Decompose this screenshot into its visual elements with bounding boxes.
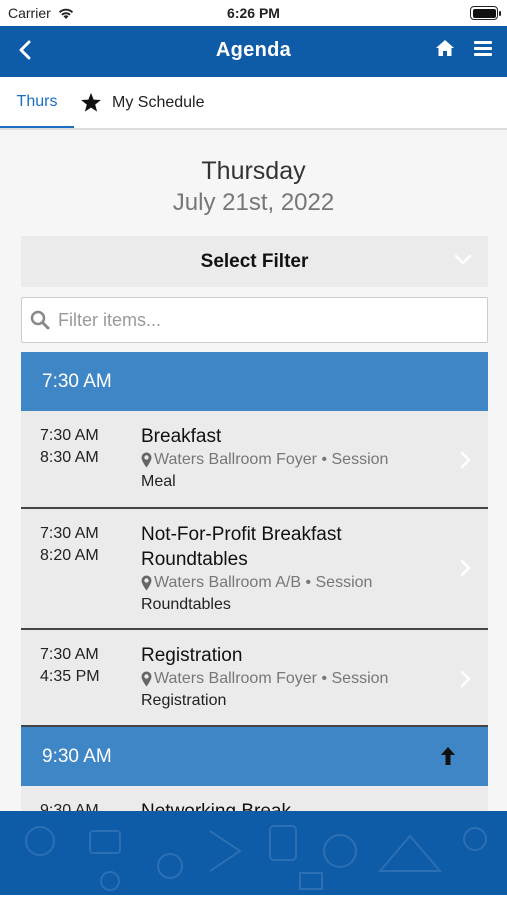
filter-label: Select Filter — [200, 250, 309, 272]
session-start: 7:30 AM — [40, 525, 99, 542]
session-times: 7:30 AM 4:35 PM — [40, 644, 100, 688]
hamburger-icon — [474, 40, 492, 56]
status-bar: Carrier 6:26 PM — [0, 0, 507, 26]
session-category: Meal — [141, 473, 176, 490]
session-location-text: Waters Ballroom Foyer • Session — [154, 451, 389, 468]
scroll-to-top-button[interactable] — [440, 746, 456, 766]
footer-banner — [0, 811, 507, 895]
battery-icon — [470, 6, 501, 20]
home-indicator — [0, 895, 507, 900]
session-info: Registration Waters Ballroom Foyer • Ses… — [141, 643, 441, 712]
chevron-right-icon — [460, 670, 471, 688]
map-pin-icon — [141, 452, 152, 468]
session-info: Breakfast Waters Ballroom Foyer • Sessio… — [141, 424, 441, 493]
session-end: 8:30 AM — [40, 449, 99, 466]
session-location: Waters Ballroom A/B • Session — [141, 572, 441, 594]
home-icon — [436, 40, 454, 56]
session-category: Roundtables — [141, 596, 231, 613]
nav-bar: Agenda — [0, 26, 507, 77]
tab-my-schedule[interactable]: My Schedule — [80, 77, 205, 128]
tab-thurs[interactable]: Thurs — [0, 77, 74, 128]
star-icon — [81, 92, 101, 112]
session-times: 7:30 AM 8:30 AM — [40, 425, 99, 469]
session-category: Registration — [141, 692, 227, 709]
chevron-right-icon — [460, 559, 471, 577]
map-pin-icon — [141, 575, 152, 591]
session-location: Waters Ballroom Foyer • Session — [141, 668, 441, 690]
day-weekday: Thursday — [201, 157, 306, 185]
session-location-text: Waters Ballroom Foyer • Session — [154, 670, 389, 687]
page-title: Agenda — [215, 39, 292, 61]
time-group-header: 9:30 AM — [21, 727, 488, 786]
footer-pattern — [25, 825, 487, 891]
menu-button[interactable] — [471, 35, 495, 61]
chevron-down-icon — [454, 254, 472, 265]
home-button[interactable] — [433, 35, 457, 61]
day-date: July 21st, 2022 — [172, 189, 335, 216]
session-row[interactable]: 7:30 AM 8:20 AM Not-For-Profit Breakfast… — [21, 509, 488, 630]
map-pin-icon — [141, 671, 152, 687]
session-end: 8:20 AM — [40, 547, 99, 564]
session-title: Not-For-Profit Breakfast Roundtables — [141, 524, 342, 570]
session-start: 7:30 AM — [40, 427, 99, 444]
time-group-header: 7:30 AM — [21, 352, 488, 411]
filter-select[interactable]: Select Filter — [21, 236, 488, 287]
session-row[interactable]: 7:30 AM 4:35 PM Registration Waters Ball… — [21, 630, 488, 727]
session-start: 7:30 AM — [40, 646, 99, 663]
session-times: 7:30 AM 8:20 AM — [40, 523, 99, 567]
search-box — [21, 297, 488, 343]
session-location: Waters Ballroom Foyer • Session — [141, 449, 441, 471]
session-title: Breakfast — [141, 426, 222, 447]
status-time: 6:26 PM — [227, 5, 280, 21]
time-group-label: 9:30 AM — [42, 745, 112, 767]
tab-my-schedule-label: My Schedule — [112, 93, 205, 111]
session-title: Registration — [141, 645, 243, 666]
session-info: Not-For-Profit Breakfast Roundtables Wat… — [141, 522, 441, 616]
session-location-text: Waters Ballroom A/B • Session — [154, 574, 373, 591]
chevron-right-icon — [460, 451, 471, 469]
search-icon — [30, 310, 50, 330]
session-end: 4:35 PM — [40, 668, 100, 685]
time-group-label: 7:30 AM — [42, 370, 112, 392]
day-tabs: Thurs My Schedule — [0, 77, 507, 130]
search-input[interactable] — [58, 309, 478, 331]
session-row[interactable]: 7:30 AM 8:30 AM Breakfast Waters Ballroo… — [21, 411, 488, 509]
